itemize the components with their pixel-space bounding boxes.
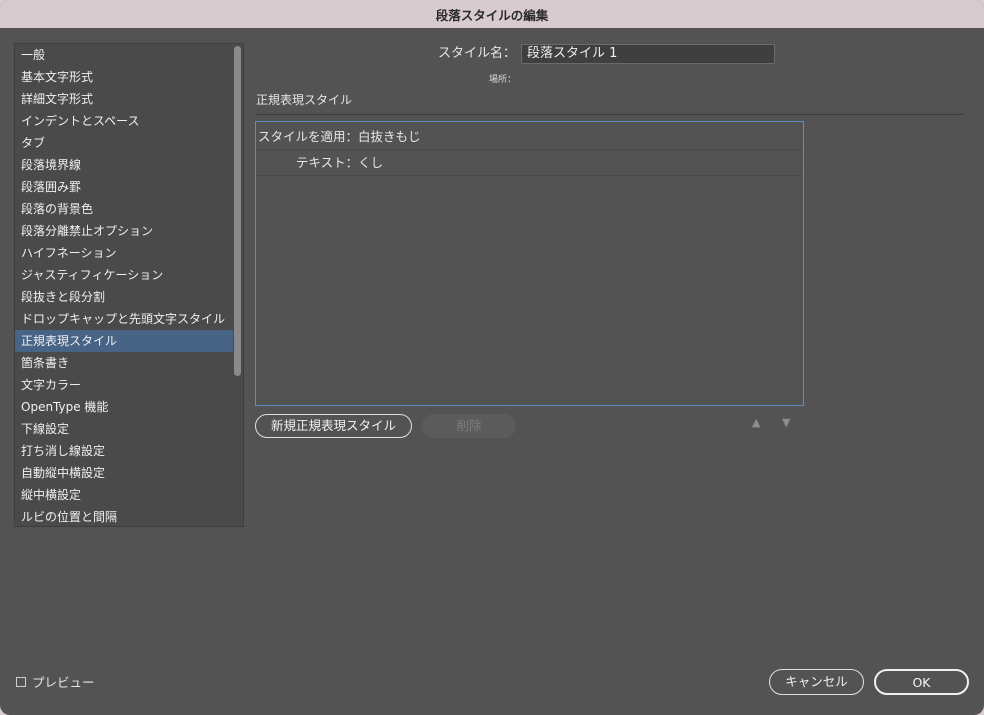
preview-toggle[interactable]: プレビュー (16, 672, 95, 691)
regex-style-list[interactable]: スタイルを適用：白抜きもじ テキスト：くし (255, 121, 804, 406)
sidebar-item[interactable]: 段抜きと段分割 (15, 286, 233, 308)
new-regex-style-button[interactable]: 新規正規表現スタイル (255, 414, 412, 438)
sidebar-item[interactable]: 自動縦中横設定 (15, 462, 233, 484)
section-title: 正規表現スタイル (256, 93, 353, 107)
preview-checkbox[interactable] (16, 676, 26, 687)
sidebar-item[interactable]: ルビの位置と間隔 (15, 506, 233, 528)
dialog-window: 段落スタイルの編集 一般 基本文字形式 詳細文字形式 インデントとスペース タブ 段落境界… (0, 0, 984, 715)
triangle-up-icon[interactable]: ▲ (752, 416, 760, 429)
style-name-input[interactable]: 段落スタイル 1 (521, 44, 775, 64)
sidebar-item[interactable]: タブ (15, 132, 233, 154)
sidebar-item[interactable]: 段落囲み罫 (15, 176, 233, 198)
sidebar-item[interactable]: 基本文字形式 (15, 66, 233, 88)
sidebar-item[interactable]: ジャスティフィケーション (15, 264, 233, 286)
sidebar-item[interactable]: 縦中横設定 (15, 484, 233, 506)
ok-button[interactable]: OK (874, 669, 969, 695)
sidebar-item[interactable]: 下線設定 (15, 418, 233, 440)
sidebar-item[interactable]: 一般 (15, 44, 233, 66)
sidebar-item[interactable]: ドロップキャップと先頭文字スタイル (15, 308, 233, 330)
sidebar-item[interactable]: OpenType 機能 (15, 396, 233, 418)
window-title: 段落スタイルの編集 (0, 0, 984, 28)
sidebar-item[interactable]: 段落の背景色 (15, 198, 233, 220)
delete-button[interactable]: 削除 (422, 414, 516, 438)
sidebar-item[interactable]: 文字カラー (15, 374, 233, 396)
sidebar-item[interactable]: 打ち消し線設定 (15, 440, 233, 462)
preview-label: プレビュー (32, 675, 95, 690)
sidebar-scrollbar[interactable] (234, 46, 241, 376)
sidebar-item[interactable]: ハイフネーション (15, 242, 233, 264)
category-list[interactable]: 一般 基本文字形式 詳細文字形式 インデントとスペース タブ 段落境界線 段落囲み罫 段落の背… (14, 43, 244, 527)
cancel-button[interactable]: キャンセル (769, 669, 864, 695)
section-divider (256, 114, 964, 115)
sidebar-item[interactable]: 段落分離禁止オプション (15, 220, 233, 242)
style-name-label: スタイル名： (437, 46, 516, 61)
sidebar-item[interactable]: 段落境界線 (15, 154, 233, 176)
sidebar-item[interactable]: インデントとスペース (15, 110, 233, 132)
rule-apply-style[interactable]: スタイルを適用：白抜きもじ (256, 124, 803, 150)
rule-text[interactable]: テキスト：くし (256, 150, 803, 176)
triangle-down-icon[interactable]: ▼ (782, 416, 790, 429)
sidebar-item[interactable]: 詳細文字形式 (15, 88, 233, 110)
location-label: 場所： (488, 75, 516, 85)
sidebar-item[interactable]: 正規表現スタイル (15, 330, 233, 352)
sidebar-item[interactable]: 箇条書き (15, 352, 233, 374)
